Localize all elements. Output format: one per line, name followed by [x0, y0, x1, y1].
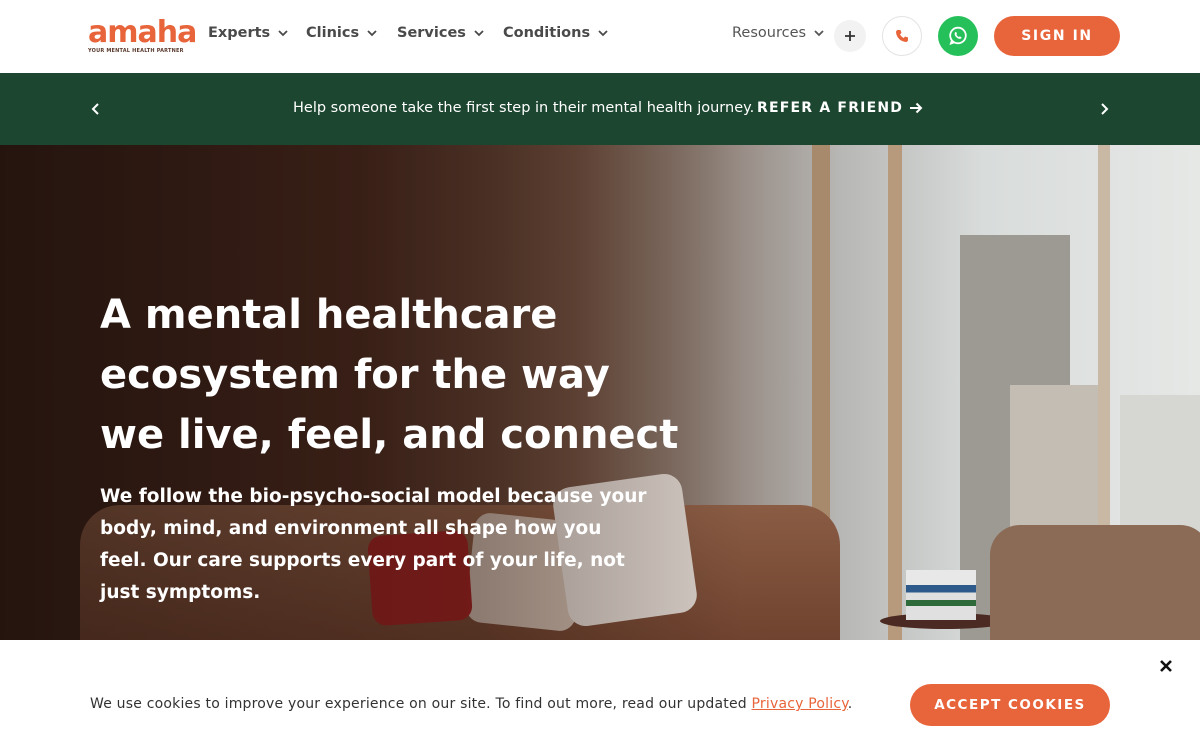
nav-item-conditions[interactable]: Conditions [503, 22, 609, 44]
refer-label: REFER A FRIEND [757, 100, 904, 116]
chevron-down-icon [367, 30, 377, 37]
logo-wordmark: amaha [88, 15, 197, 50]
arrow-right-icon [910, 102, 923, 114]
chevron-right-icon [1101, 103, 1109, 115]
chevron-left-icon [91, 103, 99, 115]
nav-item-clinics[interactable]: Clinics [306, 22, 378, 44]
refer-a-friend-link[interactable]: REFER A FRIEND [757, 100, 923, 116]
plus-button[interactable] [834, 20, 866, 52]
nav-label: Services [397, 25, 466, 41]
accept-cookies-button[interactable]: ACCEPT COOKIES [910, 684, 1110, 726]
chevron-down-icon [278, 30, 288, 37]
banner-prev-button[interactable] [86, 99, 106, 119]
nav-label: Clinics [306, 25, 360, 41]
cookie-text-end: . [847, 696, 853, 712]
cookie-message: We use cookies to improve your experienc… [90, 696, 852, 712]
sign-in-button[interactable]: SIGN IN [994, 16, 1120, 56]
chevron-down-icon [474, 30, 484, 37]
plus-icon [845, 31, 855, 41]
banner-message: Help someone take the first step in thei… [293, 100, 755, 116]
whatsapp-icon [949, 26, 967, 45]
nav-label: Conditions [503, 25, 591, 41]
referral-banner: Help someone take the first step in thei… [0, 73, 1200, 145]
nav-label: Experts [208, 25, 271, 41]
privacy-policy-link[interactable]: Privacy Policy [752, 696, 848, 712]
nav-label: Resources [732, 25, 807, 41]
amaha-logo[interactable]: amaha YOUR MENTAL HEALTH PARTNER [88, 15, 197, 56]
nav-item-services[interactable]: Services [397, 22, 485, 44]
close-cookie-button[interactable] [1156, 656, 1176, 676]
cookie-consent-bar: We use cookies to improve your experienc… [0, 640, 1200, 750]
hero-title: A mental healthcare ecosystem for the wa… [100, 292, 679, 458]
hero-subtitle: We follow the bio-psycho-social model be… [100, 486, 647, 603]
cookie-text: We use cookies to improve your experienc… [90, 696, 752, 712]
chevron-down-icon [814, 30, 824, 37]
banner-next-button[interactable] [1094, 99, 1114, 119]
logo-tagline: YOUR MENTAL HEALTH PARTNER [88, 48, 184, 54]
nav-item-resources[interactable]: Resources [732, 22, 825, 44]
call-button[interactable] [882, 16, 922, 56]
top-navigation: amaha YOUR MENTAL HEALTH PARTNER Experts… [0, 0, 1200, 73]
nav-item-experts[interactable]: Experts [208, 22, 289, 44]
close-icon [1160, 660, 1172, 672]
chevron-down-icon [598, 30, 608, 37]
whatsapp-button[interactable] [938, 16, 978, 56]
phone-icon [896, 30, 908, 42]
